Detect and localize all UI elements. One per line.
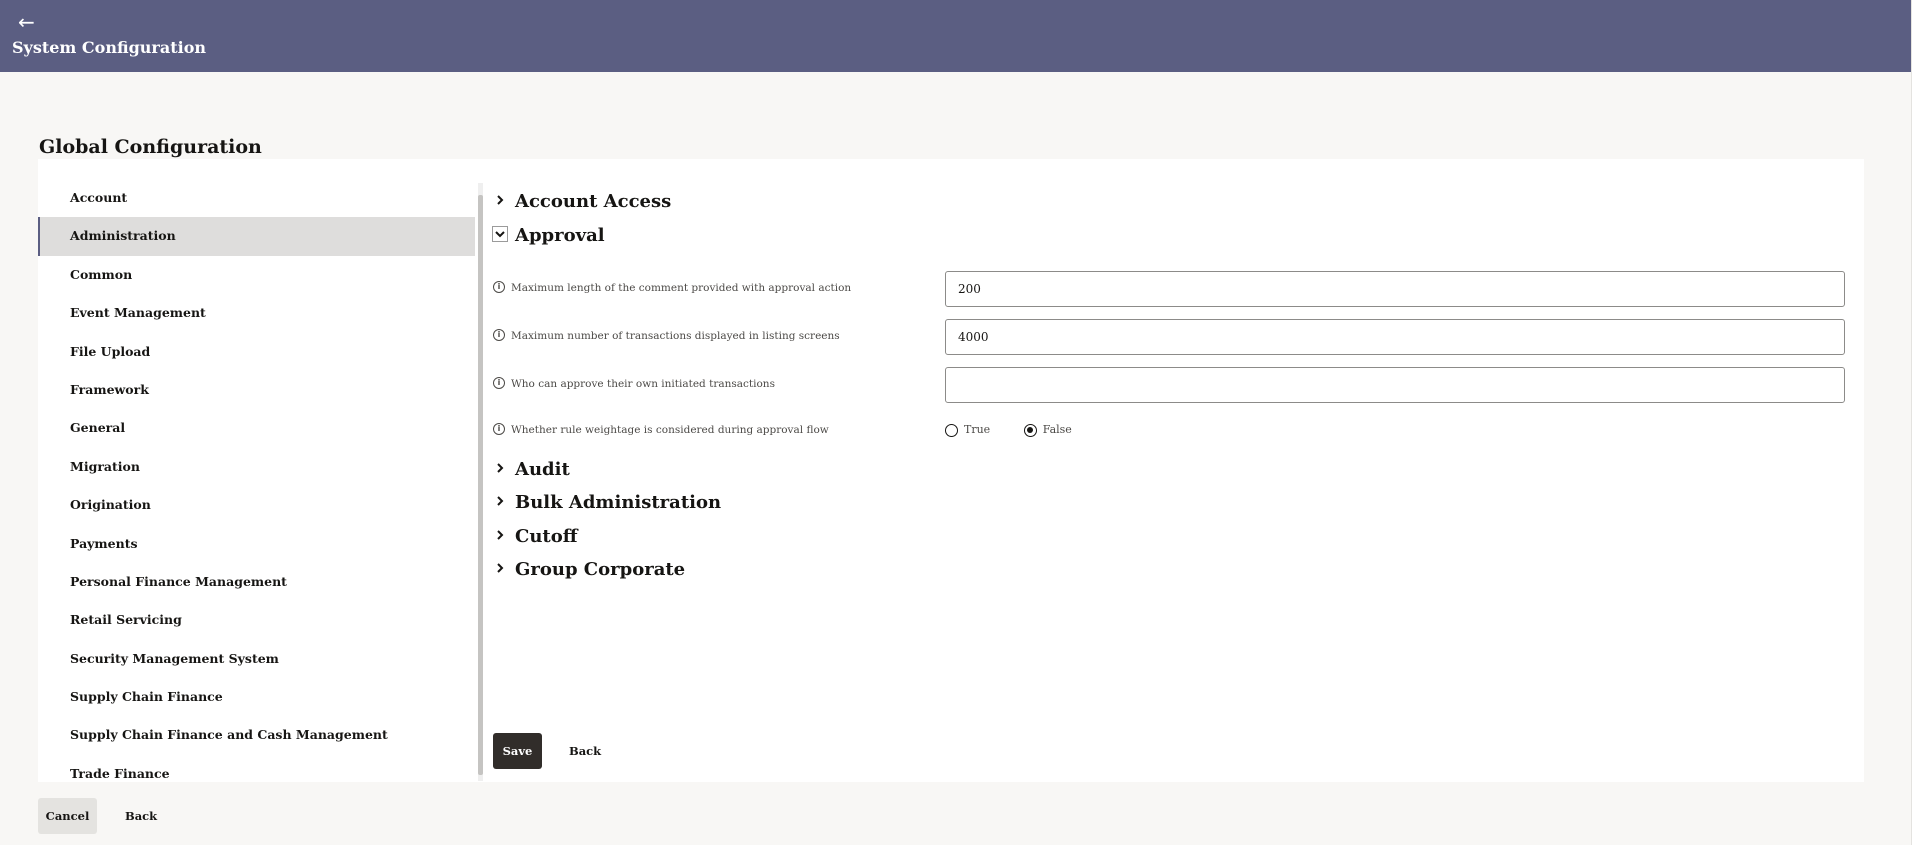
field-label: i Maximum length of the comment provided … — [493, 281, 851, 294]
nav-item-migration[interactable]: Migration — [38, 448, 475, 486]
nav-item-supply-chain-finance[interactable]: Supply Chain Finance — [38, 678, 475, 716]
back-footer-button[interactable]: Back — [125, 798, 157, 834]
field-label: i Maximum number of transactions displaye… — [493, 329, 840, 342]
nav-item-trade-finance[interactable]: Trade Finance — [38, 755, 475, 782]
radio-false[interactable] — [1023, 423, 1037, 437]
chevron-right-icon — [493, 528, 507, 542]
nav-item-framework[interactable]: Framework — [38, 371, 475, 409]
info-icon[interactable]: i — [493, 423, 505, 435]
nav-item-administration[interactable]: Administration — [38, 217, 475, 256]
section-title: Approval — [515, 225, 605, 246]
chevron-right-icon — [493, 461, 507, 475]
nav-item-file-upload[interactable]: File Upload — [38, 333, 475, 371]
info-icon[interactable]: i — [493, 377, 505, 389]
max-transactions-input[interactable] — [945, 319, 1845, 355]
rule-weightage-radio-group: True False — [945, 423, 1102, 437]
page-title: Global Configuration — [39, 136, 262, 158]
chevron-right-icon — [493, 494, 507, 508]
nav-item-payments[interactable]: Payments — [38, 525, 475, 563]
save-button[interactable]: Save — [493, 733, 542, 769]
section-title: Account Access — [515, 191, 672, 212]
nav-item-general[interactable]: General — [38, 409, 475, 447]
radio-option-false[interactable]: False — [1023, 423, 1072, 437]
cancel-button[interactable]: Cancel — [38, 798, 97, 834]
field-self-approval: i Who can approve their own initiated tra… — [493, 367, 1863, 405]
chevron-down-icon — [492, 226, 508, 242]
nav-item-personal-finance-management[interactable]: Personal Finance Management — [38, 563, 475, 601]
nav-item-origination[interactable]: Origination — [38, 486, 475, 524]
radio-true[interactable] — [945, 423, 958, 437]
section-title: Bulk Administration — [515, 492, 722, 513]
nav-item-common[interactable]: Common — [38, 256, 475, 294]
field-rule-weightage: i Whether rule weightage is considered du… — [493, 415, 1863, 453]
app-title: System Configuration — [12, 38, 206, 57]
chevron-right-icon — [493, 193, 507, 207]
field-max-comment-length: i Maximum length of the comment provided … — [493, 271, 1863, 309]
field-max-transactions: i Maximum number of transactions displaye… — [493, 319, 1863, 357]
configuration-panel: Account Administration Common Event Mana… — [38, 159, 1864, 782]
nav-item-security-management-system[interactable]: Security Management System — [38, 640, 475, 678]
nav-item-supply-chain-finance-cash-management[interactable]: Supply Chain Finance and Cash Management — [38, 716, 475, 754]
field-label: i Whether rule weightage is considered du… — [493, 423, 829, 436]
back-button[interactable]: Back — [569, 733, 601, 769]
section-title: Cutoff — [515, 526, 578, 547]
nav-scrollbar-thumb[interactable] — [478, 195, 483, 775]
app-header: ← System Configuration — [0, 0, 1912, 72]
field-label: i Who can approve their own initiated tra… — [493, 377, 775, 390]
settings-content: Account Access Approval i Maximum length … — [492, 159, 1863, 782]
info-icon[interactable]: i — [493, 281, 505, 293]
back-arrow-icon[interactable]: ← — [18, 10, 35, 34]
nav-scrollbar[interactable] — [476, 183, 485, 781]
nav-item-event-management[interactable]: Event Management — [38, 294, 475, 332]
section-group-corporate[interactable]: Group Corporate — [493, 559, 685, 580]
radio-option-true[interactable]: True — [945, 423, 990, 437]
section-audit[interactable]: Audit — [493, 459, 570, 480]
section-title: Audit — [515, 459, 570, 480]
chevron-right-icon — [493, 561, 507, 575]
nav-item-account[interactable]: Account — [38, 179, 475, 217]
nav-item-retail-servicing[interactable]: Retail Servicing — [38, 601, 475, 639]
section-account-access[interactable]: Account Access — [493, 191, 671, 212]
info-icon[interactable]: i — [493, 329, 505, 341]
self-approval-input[interactable] — [945, 367, 1845, 403]
window-scrollbar[interactable] — [1911, 0, 1919, 845]
section-cutoff[interactable]: Cutoff — [493, 526, 578, 547]
max-comment-length-input[interactable] — [945, 271, 1845, 307]
section-approval[interactable]: Approval — [492, 225, 605, 246]
section-bulk-administration[interactable]: Bulk Administration — [493, 492, 721, 513]
section-title: Group Corporate — [515, 559, 686, 580]
category-nav: Account Administration Common Event Mana… — [38, 179, 475, 782]
